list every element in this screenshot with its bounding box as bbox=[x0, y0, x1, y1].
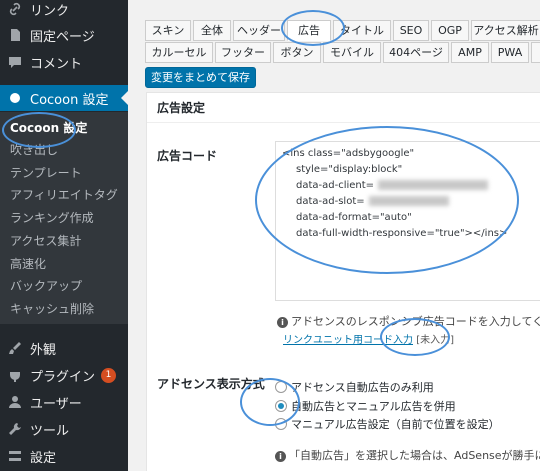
display-method-label: アドセンス表示方式 bbox=[157, 377, 265, 391]
radio-manual-only[interactable]: マニュアル広告設定（自前で位置を設定） bbox=[275, 416, 500, 432]
info-icon: i bbox=[275, 451, 286, 462]
save-all-button[interactable]: 変更をまとめて保存 bbox=[145, 67, 256, 88]
radio-auto-only[interactable]: アドセンス自動広告のみ利用 bbox=[275, 379, 434, 395]
tab-carousel[interactable]: カルーセル bbox=[145, 42, 213, 63]
plugin-icon bbox=[8, 368, 22, 382]
circle-icon bbox=[8, 91, 22, 105]
settings-icon bbox=[8, 449, 22, 463]
menu-item-plugins[interactable]: プラグイン 1 bbox=[0, 362, 128, 388]
redacted-value bbox=[378, 180, 489, 190]
menu-item-cocoon-settings[interactable]: Cocoon 設定 bbox=[0, 85, 128, 111]
auto-ad-note: i 「自動広告」を選択した場合は、AdSenseが勝手に bbox=[275, 447, 540, 463]
tab-title[interactable]: タイトル bbox=[333, 20, 391, 41]
radio-label: 自動広告とマニュアル広告を併用 bbox=[291, 400, 456, 413]
brush-icon bbox=[8, 341, 22, 355]
submenu-item-ranking[interactable]: ランキング作成 bbox=[10, 208, 94, 228]
code-line: data-ad-slot= bbox=[296, 196, 365, 207]
tab-general[interactable]: 全体 bbox=[193, 20, 231, 41]
wrench-icon bbox=[8, 422, 22, 436]
menu-item-users[interactable]: ユーザー bbox=[0, 389, 128, 415]
help-text: アドセンスのレスポンシブ広告コードを入力してく bbox=[291, 315, 540, 328]
note-text: 「自動広告」を選択した場合は、AdSenseが勝手に bbox=[289, 449, 540, 462]
submenu-item-backup[interactable]: バックアップ bbox=[10, 276, 82, 296]
cocoon-submenu: Cocoon 設定 吹き出し テンプレート アフィリエイトタグ ランキング作成 … bbox=[0, 112, 128, 324]
ad-code-label: 広告コード bbox=[157, 149, 218, 163]
tab-amp[interactable]: AMP bbox=[451, 42, 489, 63]
update-count-badge: 1 bbox=[101, 367, 117, 383]
link-unit-help: リンクユニット用コード入力 [未入力] bbox=[283, 331, 454, 346]
page-icon bbox=[8, 28, 22, 42]
ad-settings-panel: 広告設定 広告コード <ins class="adsbygoogle" styl… bbox=[146, 92, 540, 471]
link-unit-code-link[interactable]: リンクユニット用コード入力 bbox=[283, 335, 413, 346]
tab-header[interactable]: ヘッダー bbox=[233, 20, 285, 41]
code-line: data-ad-client= bbox=[296, 180, 375, 191]
menu-item-pages[interactable]: 固定ページ bbox=[0, 22, 128, 48]
submenu-item-access[interactable]: アクセス集計 bbox=[10, 231, 81, 251]
radio-button-checked[interactable] bbox=[275, 400, 287, 412]
tab-mobile[interactable]: モバイル bbox=[323, 42, 381, 63]
submenu-item-template[interactable]: テンプレート bbox=[10, 163, 82, 183]
submenu-item-cocoon-settings[interactable]: Cocoon 設定 bbox=[10, 118, 87, 138]
code-line-slot: data-ad-slot= bbox=[282, 194, 540, 210]
tab-more[interactable] bbox=[531, 42, 540, 63]
tab-ogp[interactable]: OGP bbox=[431, 20, 469, 41]
comment-icon bbox=[8, 55, 22, 69]
radio-label: アドセンス自動広告のみ利用 bbox=[291, 381, 434, 394]
radio-label: マニュアル広告設定（自前で位置を設定） bbox=[291, 418, 500, 431]
menu-item-appearance[interactable]: 外観 bbox=[0, 335, 128, 361]
info-icon: i bbox=[277, 317, 288, 328]
menu-item-links[interactable]: リンク bbox=[0, 0, 128, 22]
tab-skin[interactable]: スキン bbox=[145, 20, 191, 41]
menu-label: ユーザー bbox=[30, 396, 82, 412]
tab-pwa[interactable]: PWA bbox=[491, 42, 529, 63]
menu-label: 設定 bbox=[30, 450, 57, 466]
tab-404[interactable]: 404ページ bbox=[383, 42, 449, 63]
code-line: data-full-width-responsive="true"></ins> bbox=[296, 228, 508, 239]
ad-code-textarea[interactable]: <ins class="adsbygoogle" style="display:… bbox=[275, 141, 540, 301]
link-icon bbox=[8, 2, 22, 16]
menu-item-settings[interactable]: 設定 bbox=[0, 443, 128, 469]
radio-auto-and-manual[interactable]: 自動広告とマニュアル広告を併用 bbox=[275, 398, 456, 414]
user-icon bbox=[8, 395, 22, 409]
submenu-item-speedup[interactable]: 高速化 bbox=[10, 254, 46, 274]
menu-item-tools[interactable]: ツール bbox=[0, 416, 128, 442]
submenu-item-affiliate-tag[interactable]: アフィリエイトタグ bbox=[10, 185, 118, 205]
menu-item-comments[interactable]: コメント bbox=[0, 49, 128, 75]
radio-button[interactable] bbox=[275, 418, 287, 430]
submenu-item-cache-clear[interactable]: キャッシュ削除 bbox=[10, 299, 94, 319]
menu-label: プラグイン bbox=[30, 369, 96, 385]
code-line: data-ad-format="auto" bbox=[296, 212, 412, 223]
main-content: スキン 全体 ヘッダー 広告 タイトル SEO OGP アクセス解析 カルーセル… bbox=[128, 0, 540, 471]
input-status: [未入力] bbox=[416, 335, 454, 346]
tab-ads[interactable]: 広告 bbox=[287, 20, 331, 41]
panel-title: 広告設定 bbox=[147, 93, 540, 123]
menu-label: リンク bbox=[30, 3, 70, 19]
submenu-item-balloon[interactable]: 吹き出し bbox=[10, 140, 58, 160]
menu-label: 固定ページ bbox=[30, 29, 95, 45]
tab-access-analysis[interactable]: アクセス解析 bbox=[471, 20, 540, 41]
tab-button[interactable]: ボタン bbox=[273, 42, 321, 63]
menu-label: 外観 bbox=[30, 342, 57, 358]
code-line: <ins class="adsbygoogle" bbox=[282, 148, 415, 159]
tab-footer[interactable]: フッター bbox=[215, 42, 271, 63]
radio-button[interactable] bbox=[275, 381, 287, 393]
ad-code-help: i アドセンスのレスポンシブ広告コードを入力してく bbox=[277, 313, 540, 329]
menu-label: ツール bbox=[30, 423, 70, 439]
admin-sidebar: リンク 固定ページ コメント Cocoon 設定 Cocoon 設定 吹き出し … bbox=[0, 0, 128, 471]
menu-label: Cocoon 設定 bbox=[30, 92, 109, 108]
tab-seo[interactable]: SEO bbox=[393, 20, 429, 41]
code-line: style="display:block" bbox=[296, 164, 403, 175]
redacted-value bbox=[368, 196, 449, 206]
code-line-client: data-ad-client= bbox=[282, 178, 540, 194]
menu-label: コメント bbox=[30, 56, 83, 72]
